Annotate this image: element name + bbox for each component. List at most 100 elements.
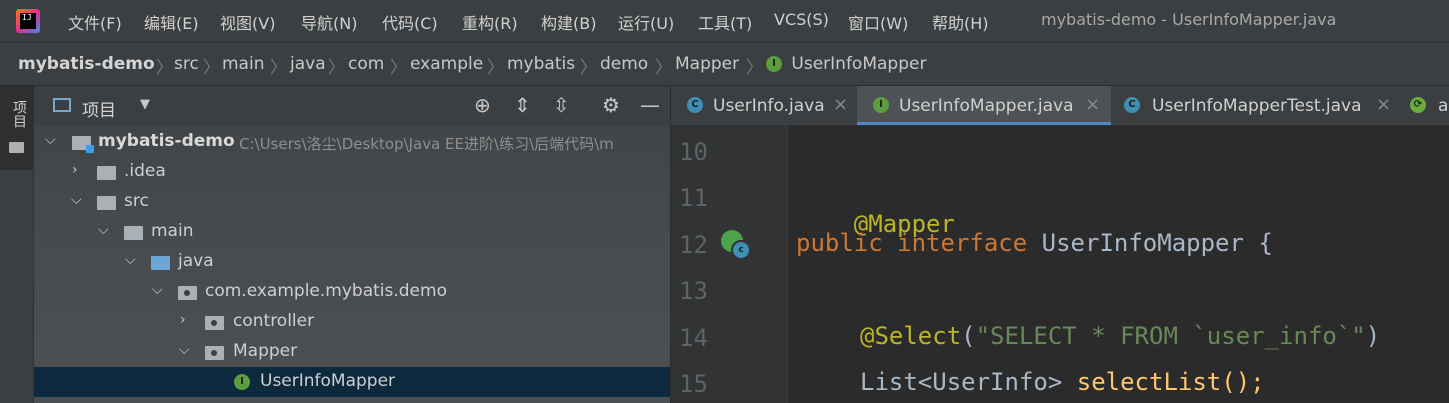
tree-item-label: main [151, 221, 194, 241]
tab-overflow[interactable]: ⟳ a [1398, 86, 1449, 125]
breadcrumb-item-com[interactable]: com [348, 54, 384, 74]
mybatis-navigation-icon[interactable]: c [721, 230, 751, 260]
collapse-all-icon[interactable]: ⇳ [553, 95, 570, 115]
breadcrumb-item-example[interactable]: example [410, 54, 483, 74]
source-folder-icon [151, 256, 170, 270]
breadcrumb-item-project[interactable]: mybatis-demo [18, 54, 155, 74]
tab-userinfo-java[interactable]: C UserInfo.java × [671, 86, 856, 125]
interface-icon: I [873, 97, 889, 113]
chevron-right-icon[interactable]: › [72, 162, 78, 178]
menu-view[interactable]: 视图(V) [220, 10, 275, 34]
chevron-down-icon[interactable]: ⌵ [179, 342, 190, 358]
breadcrumb-separator-icon: 〉 [746, 58, 763, 78]
project-tool-window-tab[interactable]: 项目 [0, 86, 33, 170]
breadcrumb-item-main[interactable]: main [222, 54, 264, 74]
tree-item-java[interactable]: ⌵ java [34, 247, 670, 277]
code-method-name: selectList [1076, 368, 1222, 396]
menu-tools[interactable]: 工具(T) [698, 10, 752, 34]
menu-window[interactable]: 窗口(W) [848, 10, 908, 34]
code-paren: ) [1365, 322, 1381, 350]
code-line-14: @Select("SELECT * FROM `user_info`") [860, 322, 1380, 350]
code-type: List<UserInfo> [860, 368, 1077, 396]
tree-item-idea[interactable]: › .idea [34, 157, 670, 187]
chevron-right-icon[interactable]: › [180, 312, 186, 328]
menu-navigate[interactable]: 导航(N) [301, 10, 357, 34]
close-icon[interactable]: × [1085, 94, 1100, 115]
menu-bar: IJ 文件(F) 编辑(E) 视图(V) 导航(N) 代码(C) 重构(R) 构… [0, 0, 1449, 42]
tree-item-label: controller [233, 311, 315, 331]
tree-item-userinfomapper[interactable]: I UserInfoMapper [34, 367, 670, 397]
locate-file-icon[interactable]: ⊕ [474, 95, 491, 115]
tree-item-controller[interactable]: › controller [34, 307, 670, 337]
breadcrumb-item-demo[interactable]: demo [600, 54, 648, 74]
line-number: 10 [679, 138, 708, 166]
tab-label: UserInfoMapper.java [899, 96, 1074, 116]
gear-icon[interactable]: ⚙ [602, 95, 620, 115]
chevron-down-icon[interactable]: ⌵ [125, 252, 136, 268]
tree-item-package[interactable]: ⌵ com.example.mybatis.demo [34, 277, 670, 307]
menu-help[interactable]: 帮助(H) [932, 10, 989, 34]
close-icon[interactable]: × [833, 94, 848, 115]
tree-item-label: java [178, 251, 214, 271]
folder-icon [124, 226, 143, 240]
breadcrumb: mybatis-demo 〉 src 〉 main 〉 java 〉 com 〉… [0, 42, 1449, 86]
project-tool-window-label: 项目 [11, 100, 27, 128]
editor-gutter: 10 11 12 13 14 15 c [671, 126, 788, 403]
code-punctuation: (); [1221, 368, 1265, 396]
code-editor[interactable]: 10 11 12 13 14 15 c @Mapper public inter… [671, 126, 1449, 403]
menu-edit[interactable]: 编辑(E) [144, 10, 199, 34]
project-panel: 项目 ▼ ⊕ ⇕ ⇳ ⚙ — ⌵ mybatis-demo C:\Users\洛… [34, 86, 670, 403]
chevron-down-icon[interactable]: ⌵ [152, 282, 163, 298]
folder-icon [97, 166, 116, 180]
class-icon: C [687, 97, 703, 113]
tab-userinfomapper-java[interactable]: I UserInfoMapper.java × [857, 86, 1111, 125]
breadcrumb-item-src[interactable]: src [174, 54, 199, 74]
breadcrumb-separator-icon: 〉 [270, 58, 287, 78]
left-tool-strip: 项目 [0, 86, 34, 403]
tree-item-project-root[interactable]: ⌵ mybatis-demo C:\Users\洛尘\Desktop\Java … [34, 127, 670, 157]
menu-run[interactable]: 运行(U) [618, 10, 674, 34]
chevron-down-icon[interactable]: ⌵ [71, 192, 82, 208]
close-icon[interactable]: × [1376, 94, 1391, 115]
menu-build[interactable]: 构建(B) [541, 10, 596, 34]
code-paren: ( [961, 322, 976, 350]
tree-item-main[interactable]: ⌵ main [34, 217, 670, 247]
project-panel-title[interactable]: 项目 [82, 96, 116, 121]
breadcrumb-item-userinfomapper[interactable]: I UserInfoMapper [766, 54, 926, 74]
tree-item-mapper[interactable]: ⌵ Mapper [34, 337, 670, 367]
tab-label: UserInfoMapperTest.java [1152, 96, 1362, 116]
test-class-icon: C [1124, 97, 1140, 113]
breadcrumb-separator-icon: 〉 [487, 58, 504, 78]
chevron-down-icon[interactable]: ⌵ [45, 132, 56, 148]
menu-refactor[interactable]: 重构(R) [462, 10, 518, 34]
tree-item-src[interactable]: ⌵ src [34, 187, 670, 217]
breadcrumb-item-mybatis[interactable]: mybatis [507, 54, 575, 74]
chevron-down-icon[interactable]: ▼ [140, 97, 150, 112]
breadcrumb-item-mapper[interactable]: Mapper [675, 54, 739, 74]
window-title: mybatis-demo - UserInfoMapper.java [1041, 10, 1337, 29]
menu-vcs[interactable]: VCS(S) [774, 10, 829, 29]
breadcrumb-separator-icon: 〉 [328, 58, 345, 78]
code-annotation: @Select [860, 322, 962, 350]
tree-item-label: Mapper [233, 341, 298, 361]
line-number: 15 [679, 370, 708, 398]
menu-code[interactable]: 代码(C) [382, 10, 438, 34]
code-line-12: public interface UserInfoMapper { [796, 229, 1273, 257]
code-keyword: public [796, 229, 883, 257]
menu-file[interactable]: 文件(F) [68, 10, 122, 34]
package-icon [205, 316, 224, 330]
breadcrumb-item-java[interactable]: java [290, 54, 326, 74]
breadcrumb-separator-icon: 〉 [390, 58, 407, 78]
tab-label: UserInfo.java [713, 96, 825, 116]
code-line-15: List<UserInfo> selectList(); [860, 368, 1265, 396]
hide-panel-icon[interactable]: — [640, 95, 660, 115]
tree-item-label: com.example.mybatis.demo [205, 281, 447, 301]
chevron-down-icon[interactable]: ⌵ [98, 222, 109, 238]
expand-all-icon[interactable]: ⇕ [514, 95, 531, 115]
tab-userinfomappertest-java[interactable]: C UserInfoMapperTest.java × [1112, 86, 1397, 125]
spring-icon: ⟳ [1410, 97, 1426, 113]
breadcrumb-item-label: UserInfoMapper [791, 54, 927, 74]
project-panel-header: 项目 ▼ ⊕ ⇕ ⇳ ⚙ — [34, 86, 670, 126]
line-number: 14 [679, 324, 708, 352]
breadcrumb-separator-icon: 〉 [655, 58, 672, 78]
